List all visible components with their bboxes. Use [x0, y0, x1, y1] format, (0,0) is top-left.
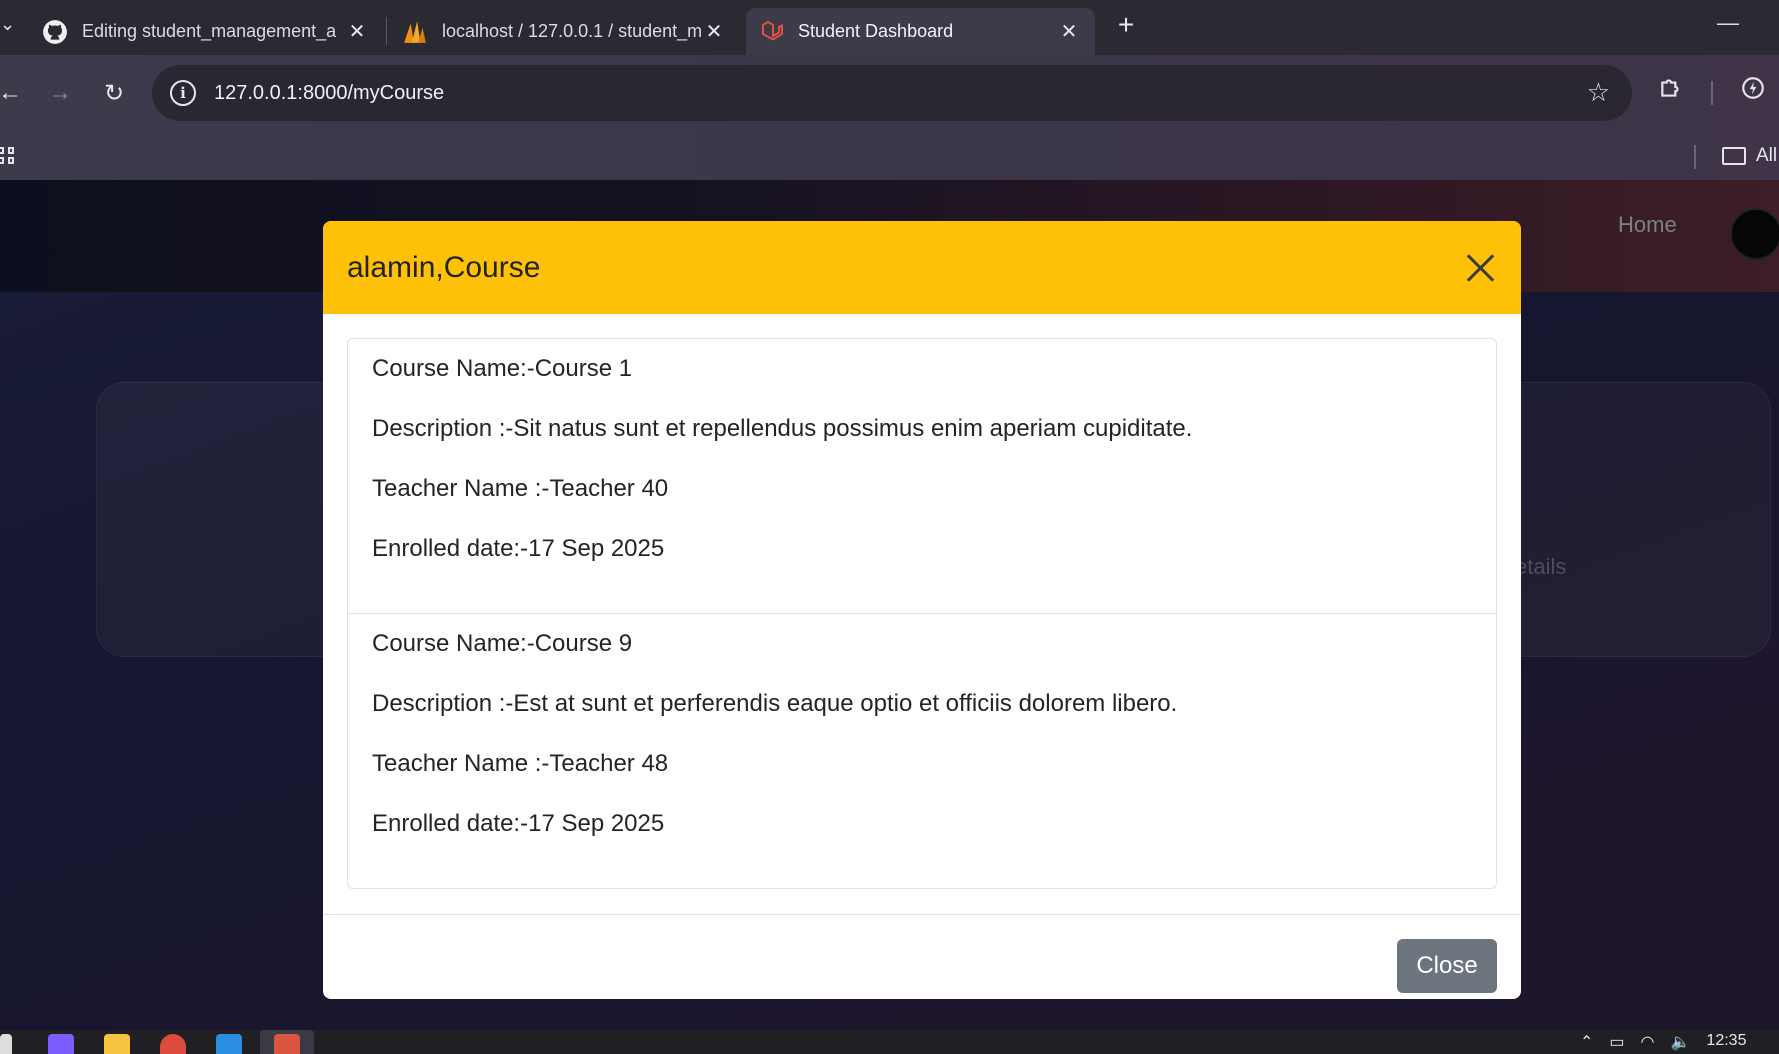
back-arrow-icon[interactable]: ←: [0, 75, 28, 111]
site-info-icon[interactable]: i: [170, 80, 196, 106]
list-item: Course Name:-Course 9 Description :-Est …: [348, 613, 1496, 888]
github-icon: [43, 19, 67, 44]
course-teacher: Teacher Name :-Teacher 40: [372, 475, 669, 502]
close-button[interactable]: Close: [1397, 939, 1497, 993]
modal-footer: Close: [323, 915, 1521, 999]
clock[interactable]: 12:35: [1706, 1032, 1746, 1052]
course-modal: alamin,Course Course Name:-Course 1 Desc…: [323, 221, 1521, 999]
os-taskbar: ⌃ ▭ ◠ 🔈 12:35: [0, 1030, 1779, 1054]
close-icon[interactable]: [1463, 250, 1499, 286]
forward-arrow-icon[interactable]: →: [42, 75, 78, 111]
folder-icon: [1722, 147, 1746, 165]
copilot-icon[interactable]: [48, 1034, 74, 1054]
chrome-icon[interactable]: [160, 1034, 186, 1054]
bookmark-star-icon[interactable]: ☆: [1587, 77, 1610, 108]
wifi-icon[interactable]: ◠: [1641, 1032, 1655, 1052]
tab-divider: [386, 17, 387, 45]
tab-close-icon[interactable]: ✕: [1057, 20, 1081, 44]
course-description: Description :-Sit natus sunt et repellen…: [372, 415, 1193, 442]
vscode-icon[interactable]: [216, 1034, 242, 1054]
apps-grid-icon[interactable]: [0, 147, 16, 165]
modal-body: Course Name:-Course 1 Description :-Sit …: [323, 314, 1521, 915]
volume-icon[interactable]: 🔈: [1671, 1032, 1691, 1052]
url-text[interactable]: 127.0.0.1:8000/myCourse: [214, 82, 444, 105]
tab-student-dashboard[interactable]: Student Dashboard ✕: [746, 8, 1095, 55]
file-explorer-icon[interactable]: [104, 1034, 130, 1054]
tab-title: Student Dashboard: [798, 21, 954, 41]
new-tab-plus-icon[interactable]: +: [1112, 11, 1140, 40]
system-tray: ⌃ ▭ ◠ 🔈 12:35: [1580, 1032, 1746, 1052]
modal-header: alamin,Course: [323, 221, 1521, 314]
browser-toolbar: ← → ↻ i 127.0.0.1:8000/myCourse ☆ All: [0, 55, 1779, 180]
tab-bar: ⌄ Editing student_management_a ✕ localho…: [0, 0, 1779, 55]
bookmarks-divider: [1694, 145, 1696, 169]
course-name: Course Name:-Course 9: [372, 630, 633, 657]
all-bookmarks-button[interactable]: All: [1722, 145, 1777, 167]
tab-search-chevron-icon[interactable]: ⌄: [0, 14, 20, 44]
course-enrolled-date: Enrolled date:-17 Sep 2025: [372, 535, 665, 562]
list-item: Course Name:-Course 1 Description :-Sit …: [348, 339, 1496, 613]
tab-phpmyadmin[interactable]: localhost / 127.0.0.1 / student_m ✕: [388, 8, 740, 55]
course-name: Course Name:-Course 1: [372, 355, 633, 382]
taskbar-active-app[interactable]: [260, 1030, 314, 1054]
start-icon[interactable]: [0, 1034, 12, 1054]
extensions-puzzle-icon[interactable]: [1658, 75, 1684, 108]
modal-title: alamin,Course: [347, 250, 541, 284]
tab-close-icon[interactable]: ✕: [702, 20, 726, 44]
battery-icon[interactable]: ▭: [1609, 1032, 1624, 1052]
performance-icon[interactable]: [1740, 75, 1766, 108]
address-bar[interactable]: i 127.0.0.1:8000/myCourse ☆: [152, 65, 1632, 121]
course-description: Description :-Est at sunt et perferendis…: [372, 690, 1178, 717]
all-bookmarks-label: All: [1756, 145, 1778, 166]
laravel-icon: [762, 20, 783, 41]
toolbar-divider: [1711, 81, 1713, 105]
tab-close-icon[interactable]: ✕: [345, 20, 369, 44]
minimize-window-icon[interactable]: —: [1708, 10, 1748, 40]
course-list: Course Name:-Course 1 Description :-Sit …: [347, 338, 1497, 889]
course-enrolled-date: Enrolled date:-17 Sep 2025: [372, 810, 665, 837]
course-teacher: Teacher Name :-Teacher 48: [372, 750, 669, 777]
bookmarks-bar: All: [0, 133, 1779, 179]
tab-github[interactable]: Editing student_management_a ✕: [28, 8, 383, 55]
tab-title: Editing student_management_a: [82, 21, 337, 41]
app-icon: [274, 1034, 300, 1054]
tab-title: localhost / 127.0.0.1 / student_m: [442, 21, 702, 41]
phpmyadmin-icon: [404, 20, 426, 43]
chevron-up-icon[interactable]: ⌃: [1580, 1032, 1593, 1052]
reload-icon[interactable]: ↻: [96, 75, 132, 111]
